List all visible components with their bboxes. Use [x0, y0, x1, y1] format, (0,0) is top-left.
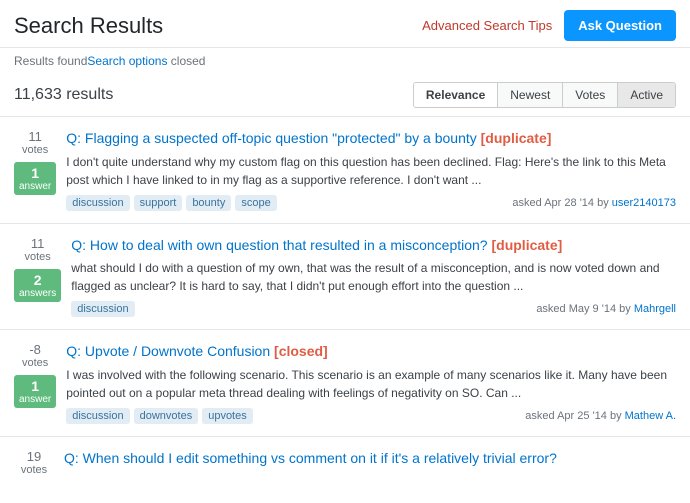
- result-footer: discussion asked May 9 '14 by Mahrgell: [71, 301, 676, 317]
- answer-word: answers: [19, 288, 56, 299]
- result-footer: discussion support bounty scope asked Ap…: [66, 195, 676, 211]
- tag[interactable]: discussion: [66, 195, 129, 211]
- asked-info: asked Apr 28 '14 by user2140173: [512, 197, 676, 209]
- search-options-link[interactable]: Search options: [87, 54, 167, 68]
- answer-badge: 2 answers: [14, 269, 61, 302]
- duplicate-badge: [duplicate]: [491, 237, 562, 253]
- vote-count: 11: [28, 129, 42, 144]
- result-title-link[interactable]: Q: Flagging a suspected off-topic questi…: [66, 129, 676, 149]
- answer-count: 1: [19, 165, 51, 181]
- vote-label: votes: [24, 251, 50, 263]
- vote-label: votes: [22, 144, 48, 156]
- user-link[interactable]: Mathew A.: [625, 410, 676, 422]
- vote-count: -8: [29, 342, 41, 357]
- answer-badge: 1 answer: [14, 375, 56, 408]
- tags: discussion downvotes upvotes: [66, 408, 252, 424]
- subheader: Results foundSearch options closed: [0, 48, 690, 74]
- result-title-link[interactable]: Q: When should I edit something vs comme…: [64, 449, 676, 469]
- user-link[interactable]: Mahrgell: [634, 303, 676, 315]
- vote-section: 19 votes: [14, 449, 54, 476]
- results-list: 11 votes 1 answer Q: Flagging a suspecte…: [0, 117, 690, 488]
- answer-word: answer: [19, 394, 51, 405]
- result-item: -8 votes 1 answer Q: Upvote / Downvote C…: [0, 330, 690, 437]
- vote-section: 11 votes 1 answer: [14, 129, 56, 211]
- closed-text: closed: [171, 54, 206, 68]
- result-content: Q: How to deal with own question that re…: [71, 236, 676, 318]
- answer-word: answer: [19, 181, 51, 192]
- tag[interactable]: upvotes: [202, 408, 253, 424]
- vote-count: 11: [31, 236, 45, 251]
- tag[interactable]: discussion: [66, 408, 129, 424]
- vote-label: votes: [22, 357, 48, 369]
- result-title-link[interactable]: Q: How to deal with own question that re…: [71, 236, 676, 256]
- asked-info: asked Apr 25 '14 by Mathew A.: [525, 410, 676, 422]
- result-footer: discussion downvotes upvotes asked Apr 2…: [66, 408, 676, 424]
- answer-badge: 1 answer: [14, 162, 56, 195]
- answer-count: 2: [19, 272, 56, 288]
- result-content: Q: Upvote / Downvote Confusion [closed] …: [66, 342, 676, 424]
- duplicate-badge: [duplicate]: [481, 130, 552, 146]
- result-content: Q: Flagging a suspected off-topic questi…: [66, 129, 676, 211]
- tag[interactable]: downvotes: [134, 408, 199, 424]
- tag[interactable]: discussion: [71, 301, 134, 317]
- header-actions: Advanced Search Tips Ask Question: [422, 10, 676, 41]
- result-content: Q: When should I edit something vs comme…: [64, 449, 676, 476]
- page-header: Search Results Advanced Search Tips Ask …: [0, 0, 690, 48]
- sort-tabs: Relevance Newest Votes Active: [413, 82, 676, 108]
- sort-tab-relevance[interactable]: Relevance: [414, 83, 498, 107]
- answer-count: 1: [19, 378, 51, 394]
- tag[interactable]: bounty: [186, 195, 231, 211]
- tag[interactable]: scope: [235, 195, 276, 211]
- sort-tab-newest[interactable]: Newest: [498, 83, 563, 107]
- result-title-link[interactable]: Q: Upvote / Downvote Confusion [closed]: [66, 342, 676, 362]
- vote-section: -8 votes 1 answer: [14, 342, 56, 424]
- sort-tab-votes[interactable]: Votes: [563, 83, 618, 107]
- asked-info: asked May 9 '14 by Mahrgell: [536, 303, 676, 315]
- tag[interactable]: support: [134, 195, 183, 211]
- result-excerpt: what should I do with a question of my o…: [71, 259, 676, 295]
- result-item: 11 votes 1 answer Q: Flagging a suspecte…: [0, 117, 690, 224]
- result-excerpt: I was involved with the following scenar…: [66, 366, 676, 402]
- result-item: 11 votes 2 answers Q: How to deal with o…: [0, 224, 690, 331]
- result-excerpt: I don't quite understand why my custom f…: [66, 153, 676, 189]
- vote-count: 19: [27, 449, 41, 464]
- closed-badge: [closed]: [274, 343, 328, 359]
- user-link[interactable]: user2140173: [612, 197, 676, 209]
- vote-section: 11 votes 2 answers: [14, 236, 61, 318]
- vote-label: votes: [21, 464, 47, 476]
- sort-tab-active[interactable]: Active: [618, 83, 675, 107]
- advanced-search-link[interactable]: Advanced Search Tips: [422, 18, 552, 33]
- tags: discussion: [71, 301, 134, 317]
- results-found-text: Results found: [14, 54, 87, 68]
- tags: discussion support bounty scope: [66, 195, 276, 211]
- results-bar: 11,633 results Relevance Newest Votes Ac…: [0, 74, 690, 117]
- result-item: 19 votes Q: When should I edit something…: [0, 437, 690, 488]
- results-count: 11,633 results: [14, 86, 113, 104]
- page-title: Search Results: [14, 13, 163, 39]
- ask-question-button[interactable]: Ask Question: [564, 10, 676, 41]
